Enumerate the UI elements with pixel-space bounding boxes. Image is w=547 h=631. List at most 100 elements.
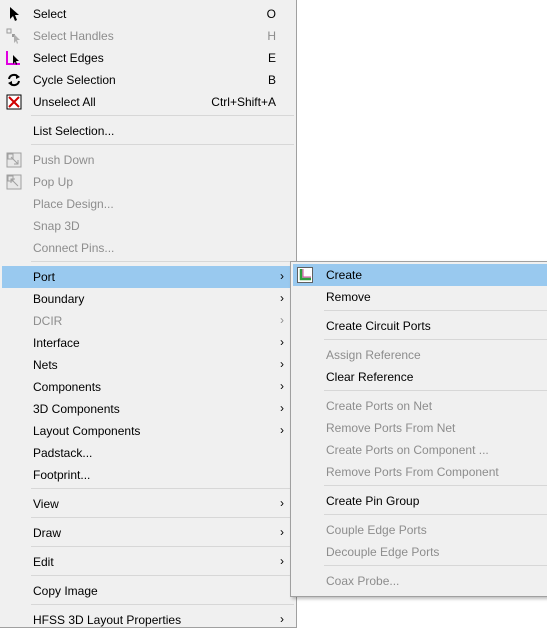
menu-item-unselect-all[interactable]: Unselect All Ctrl+Shift+A (2, 91, 294, 113)
chevron-right-icon: › (280, 525, 284, 539)
menu-item-shortcut: B (267, 73, 276, 87)
menu-separator (31, 488, 294, 489)
menu-item-label: DCIR (33, 314, 63, 328)
menu-item-layout-components[interactable]: Layout Components › (2, 420, 294, 442)
menu-separator (324, 485, 547, 486)
menu-item-select[interactable]: Select O (2, 3, 294, 25)
submenu-item-remove-ports-from-net[interactable]: Remove Ports From Net (293, 417, 547, 439)
menu-item-3d-components[interactable]: 3D Components › (2, 398, 294, 420)
menu-item-hfss-3d-layout-properties[interactable]: HFSS 3D Layout Properties › (2, 609, 294, 631)
submenu-item-create-ports-on-net[interactable]: Create Ports on Net (293, 395, 547, 417)
chevron-right-icon: › (280, 612, 284, 626)
submenu-item-assign-reference[interactable]: Assign Reference (293, 344, 547, 366)
chevron-right-icon: › (280, 335, 284, 349)
menu-item-label: View (33, 497, 59, 511)
menu-item-label: Couple Edge Ports (326, 523, 427, 537)
menu-item-label: Coax Probe... (326, 574, 400, 588)
menu-item-select-edges[interactable]: Select Edges E (2, 47, 294, 69)
menu-item-view[interactable]: View › (2, 493, 294, 515)
menu-item-label: Create Pin Group (326, 494, 420, 508)
menu-item-label: Decouple Edge Ports (326, 545, 440, 559)
menu-item-select-handles[interactable]: Select Handles H (2, 25, 294, 47)
menu-item-snap-3d[interactable]: Snap 3D (2, 215, 294, 237)
menu-item-label: Select Handles (33, 29, 114, 43)
menu-item-connect-pins[interactable]: Connect Pins... (2, 237, 294, 259)
submenu-item-remove[interactable]: Remove (293, 286, 547, 308)
menu-item-shortcut: O (266, 7, 276, 21)
menu-item-shortcut: H (267, 29, 276, 43)
submenu-item-create-ports-on-component[interactable]: Create Ports on Component ... (293, 439, 547, 461)
menu-item-label: HFSS 3D Layout Properties (33, 613, 182, 627)
menu-separator (31, 115, 294, 116)
menu-item-shortcut: E (267, 51, 276, 65)
menu-item-label: Select Edges (33, 51, 104, 65)
menu-item-label: Select (33, 7, 67, 21)
menu-item-label: Footprint... (33, 468, 91, 482)
select-edges-icon (6, 50, 22, 66)
chevron-right-icon: › (280, 401, 284, 415)
menu-item-pop-up[interactable]: Pop Up (2, 171, 294, 193)
menu-item-edit[interactable]: Edit › (2, 551, 294, 573)
submenu-item-clear-reference[interactable]: Clear Reference (293, 366, 547, 388)
submenu-item-remove-ports-from-component[interactable]: Remove Ports From Component (293, 461, 547, 483)
chevron-right-icon: › (280, 423, 284, 437)
cycle-arrows-icon (6, 72, 22, 88)
submenu-item-couple-edge-ports[interactable]: Couple Edge Ports (293, 519, 547, 541)
menu-separator (31, 517, 294, 518)
menu-separator (324, 310, 547, 311)
menu-item-label: Place Design... (33, 197, 114, 211)
menu-item-label: Connect Pins... (33, 241, 115, 255)
menu-separator (324, 565, 547, 566)
menu-item-label: Create Circuit Ports (326, 319, 431, 333)
menu-item-place-design[interactable]: Place Design... (2, 193, 294, 215)
menu-item-list-selection[interactable]: List Selection... (2, 120, 294, 142)
menu-item-footprint[interactable]: Footprint... (2, 464, 294, 486)
menu-item-shortcut: Ctrl+Shift+A (211, 95, 276, 109)
menu-separator (31, 575, 294, 576)
create-port-icon (297, 267, 313, 283)
menu-item-label: Interface (33, 336, 80, 350)
menu-item-label: Remove Ports From Component (326, 465, 499, 479)
menu-item-label: Nets (33, 358, 58, 372)
menu-separator (324, 514, 547, 515)
menu-item-nets[interactable]: Nets › (2, 354, 294, 376)
menu-item-label: Remove (326, 290, 371, 304)
pop-up-icon (6, 174, 22, 190)
menu-item-label: Boundary (33, 292, 85, 306)
chevron-right-icon: › (280, 357, 284, 371)
menu-item-label: 3D Components (33, 402, 120, 416)
cursor-arrow-icon (6, 6, 22, 22)
menu-item-label: List Selection... (33, 124, 115, 138)
port-submenu: Create Remove Create Circuit Ports Assig… (290, 261, 547, 597)
chevron-right-icon: › (280, 313, 284, 327)
submenu-item-coax-probe[interactable]: Coax Probe... (293, 570, 547, 592)
menu-item-port[interactable]: Port › (2, 266, 294, 288)
menu-item-label: Unselect All (33, 95, 96, 109)
menu-separator (31, 144, 294, 145)
chevron-right-icon: › (280, 554, 284, 568)
chevron-right-icon: › (280, 496, 284, 510)
menu-separator (31, 604, 294, 605)
menu-item-interface[interactable]: Interface › (2, 332, 294, 354)
menu-item-label: Assign Reference (326, 348, 421, 362)
menu-item-padstack[interactable]: Padstack... (2, 442, 294, 464)
submenu-item-decouple-edge-ports[interactable]: Decouple Edge Ports (293, 541, 547, 563)
menu-item-label: Cycle Selection (33, 73, 116, 87)
menu-item-draw[interactable]: Draw › (2, 522, 294, 544)
menu-item-label: Clear Reference (326, 370, 414, 384)
submenu-item-create[interactable]: Create (293, 264, 547, 286)
chevron-right-icon: › (280, 379, 284, 393)
menu-item-cycle-selection[interactable]: Cycle Selection B (2, 69, 294, 91)
menu-item-dcir[interactable]: DCIR › (2, 310, 294, 332)
menu-item-copy-image[interactable]: Copy Image (2, 580, 294, 602)
submenu-item-create-pin-group[interactable]: Create Pin Group (293, 490, 547, 512)
menu-item-components[interactable]: Components › (2, 376, 294, 398)
menu-separator (324, 390, 547, 391)
push-down-icon (6, 152, 22, 168)
menu-item-push-down[interactable]: Push Down (2, 149, 294, 171)
menu-item-boundary[interactable]: Boundary › (2, 288, 294, 310)
chevron-right-icon: › (280, 269, 284, 283)
menu-item-label: Edit (33, 555, 54, 569)
chevron-right-icon: › (280, 291, 284, 305)
submenu-item-create-circuit-ports[interactable]: Create Circuit Ports (293, 315, 547, 337)
